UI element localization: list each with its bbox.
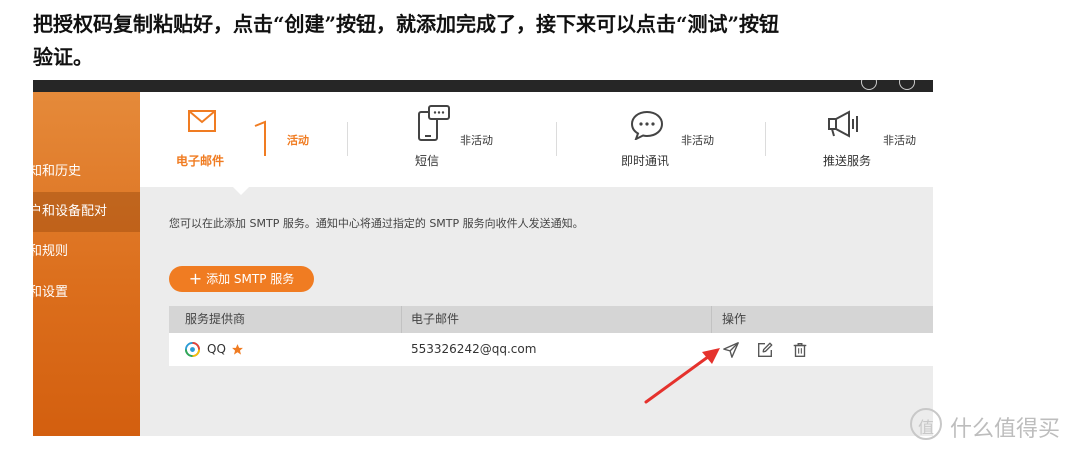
email-icon (188, 110, 216, 132)
megaphone-icon (828, 110, 858, 138)
annotation-arrow-icon (644, 348, 720, 404)
tab-sms[interactable]: 短信 非活动 (355, 92, 555, 187)
article-text: 把授权码复制粘贴好，点击“创建”按钮，就添加完成了，接下来可以点击“测试”按钮 … (33, 8, 933, 74)
tab-divider (347, 122, 348, 156)
tab-im[interactable]: 即时通讯 非活动 (565, 92, 765, 187)
column-header-provider: 服务提供商 (185, 312, 246, 326)
sidebar-item-settings[interactable]: 和设置 (33, 273, 140, 313)
article-line-1: 把授权码复制粘贴好，点击“创建”按钮，就添加完成了，接下来可以点击“测试”按钮 (33, 12, 780, 36)
qq-provider-logo-icon (185, 342, 200, 357)
screenshot-frame: 知和历史 户和设备配对 和规则 和设置 电子邮件 活动 短信 非活动 即时通讯 … (33, 80, 933, 436)
tab-im-status: 非活动 (681, 134, 714, 147)
tab-email[interactable]: 电子邮件 活动 (140, 92, 340, 195)
sidebar-item-device-pairing[interactable]: 户和设备配对 (33, 192, 140, 232)
watermark-text: 什么值得买 (950, 417, 1061, 442)
trash-icon[interactable] (791, 341, 809, 359)
tab-push[interactable]: 推送服务 非活动 (773, 92, 933, 187)
provider-name: QQ (207, 342, 226, 356)
sidebar-item-label: 和规则 (33, 244, 69, 259)
smtp-description: 您可以在此添加 SMTP 服务。通知中心将通过指定的 SMTP 服务向收件人发送… (169, 217, 584, 230)
sidebar-item-label: 和设置 (33, 285, 69, 300)
tab-push-status: 非活动 (883, 134, 916, 147)
watermark: 值 什么值得买 (908, 408, 1080, 442)
watermark-logo-glyph: 值 (917, 418, 934, 437)
column-divider (401, 306, 402, 333)
tab-im-label: 即时通讯 (621, 154, 670, 168)
sidebar: 知和历史 户和设备配对 和规则 和设置 (33, 92, 140, 436)
sidebar-item-history[interactable]: 知和历史 (33, 152, 140, 192)
sidebar-item-label: 户和设备配对 (33, 204, 108, 219)
plus-icon: + (188, 269, 203, 288)
tab-email-status: 活动 (287, 134, 309, 147)
tab-divider (765, 122, 766, 156)
edit-icon[interactable] (756, 341, 774, 359)
tab-email-label: 电子邮件 (176, 154, 225, 168)
sms-icon (418, 105, 450, 141)
add-smtp-label: 添加 SMTP 服务 (206, 272, 295, 286)
table-header: 服务提供商 电子邮件 操作 (169, 306, 933, 333)
chat-icon (630, 110, 664, 140)
table-row[interactable]: QQ 553326242@qq.com (169, 333, 933, 366)
tab-sms-label: 短信 (415, 154, 440, 168)
channel-tabs: 电子邮件 活动 短信 非活动 即时通讯 非活动 推送服务 非活动 (140, 92, 933, 195)
toggle-indicator-icon (254, 120, 266, 156)
tab-push-label: 推送服务 (823, 154, 872, 168)
tab-divider (556, 122, 557, 156)
email-address: 553326242@qq.com (411, 342, 537, 356)
column-header-actions: 操作 (722, 312, 747, 326)
account-icon[interactable] (899, 80, 915, 90)
sidebar-item-label: 知和历史 (33, 164, 82, 179)
column-header-email: 电子邮件 (411, 312, 460, 326)
column-divider (711, 306, 712, 333)
window-top-bar (33, 80, 933, 92)
add-smtp-button[interactable]: + 添加 SMTP 服务 (169, 266, 314, 292)
star-icon[interactable] (231, 343, 244, 356)
article-line-2: 验证。 (33, 45, 93, 69)
tab-sms-status: 非活动 (460, 134, 493, 147)
active-tab-pointer-icon (233, 187, 249, 195)
watermark-logo-icon: 值 (910, 408, 942, 440)
search-icon[interactable] (861, 80, 877, 90)
sidebar-item-rules[interactable]: 和规则 (33, 232, 140, 272)
